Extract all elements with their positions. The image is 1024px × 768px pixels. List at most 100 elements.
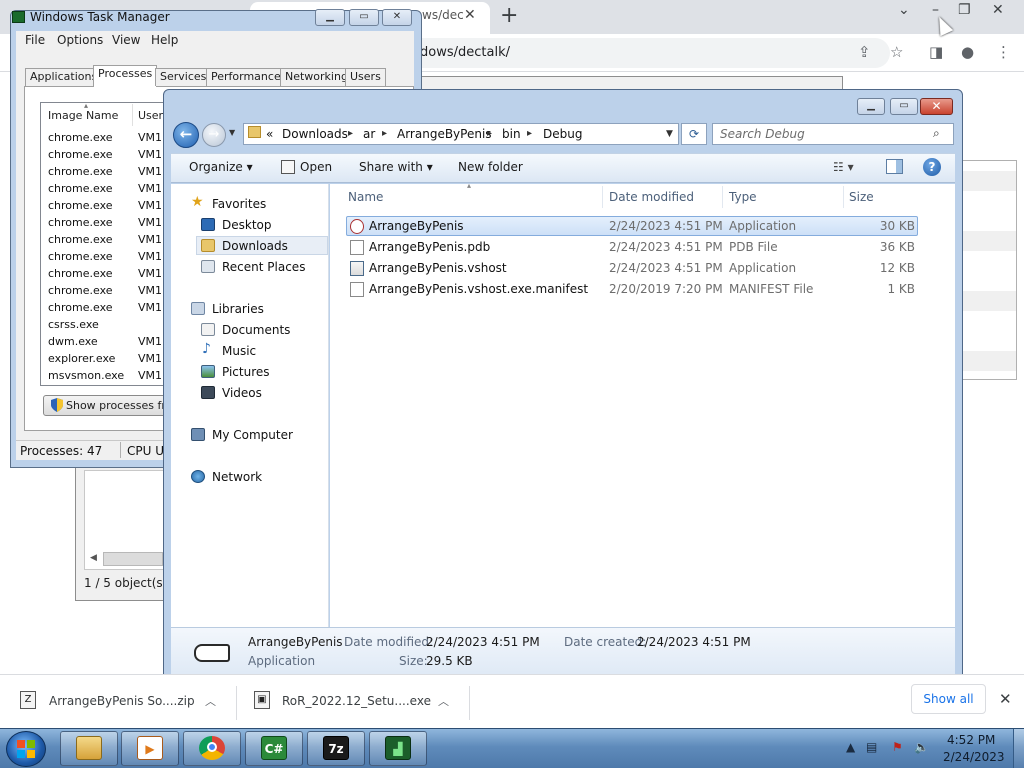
process-name[interactable]: explorer.exe bbox=[48, 352, 115, 365]
explorer-close-button[interactable]: ✕ bbox=[920, 98, 953, 115]
action-center-icon[interactable]: ⚑ bbox=[892, 740, 903, 754]
bookmark-star-icon[interactable]: ☆ bbox=[890, 43, 903, 61]
file-size[interactable]: 30 KB bbox=[880, 219, 915, 233]
process-user[interactable]: VM1 bbox=[138, 216, 162, 229]
column-image-name[interactable]: Image Name bbox=[48, 109, 118, 122]
side-panel-icon[interactable]: ◨ bbox=[929, 43, 943, 61]
tm-maximize-button[interactable]: ▭ bbox=[349, 9, 379, 26]
browser-close-button[interactable]: ✕ bbox=[992, 2, 1004, 18]
column-divider[interactable] bbox=[843, 186, 844, 208]
breadcrumb-ar[interactable]: ar bbox=[363, 127, 375, 141]
show-desktop-button[interactable] bbox=[1013, 729, 1024, 768]
process-user[interactable]: VM1 bbox=[138, 233, 162, 246]
process-user[interactable]: VM1 bbox=[138, 335, 162, 348]
explorer-minimize-button[interactable]: ▁ bbox=[857, 98, 885, 115]
clock-date[interactable]: 2/24/2023 bbox=[943, 750, 1005, 764]
file-date-modified[interactable]: 2/20/2019 7:20 PM bbox=[609, 282, 723, 296]
nav-videos[interactable]: Videos bbox=[222, 386, 262, 400]
browser-minimize-button[interactable]: – bbox=[932, 2, 939, 18]
chevron-up-icon[interactable]: ︿ bbox=[438, 693, 449, 709]
process-user[interactable]: VM1 bbox=[138, 182, 162, 195]
file-name[interactable]: ArrangeByPenis.pdb bbox=[369, 240, 490, 254]
process-name[interactable]: chrome.exe bbox=[48, 131, 113, 144]
file-type[interactable]: MANIFEST File bbox=[729, 282, 813, 296]
tab-users[interactable]: Users bbox=[345, 68, 386, 86]
process-name[interactable]: csrss.exe bbox=[48, 318, 99, 331]
tab-applications[interactable]: Applications bbox=[25, 68, 103, 86]
volume-icon[interactable]: 🔈 bbox=[914, 740, 929, 754]
nav-music[interactable]: Music bbox=[222, 344, 256, 358]
process-name[interactable]: chrome.exe bbox=[48, 182, 113, 195]
nav-my-computer[interactable]: My Computer bbox=[212, 428, 293, 442]
tab-networking[interactable]: Networking bbox=[280, 68, 353, 86]
process-user[interactable]: VM1 bbox=[138, 369, 162, 382]
breadcrumb-bin[interactable]: bin bbox=[502, 127, 521, 141]
process-user[interactable]: VM1 bbox=[138, 352, 162, 365]
column-date-modified[interactable]: Date modified bbox=[609, 190, 694, 204]
column-user[interactable]: User bbox=[138, 109, 163, 122]
new-tab-icon[interactable]: + bbox=[500, 3, 518, 28]
show-hidden-icons-icon[interactable]: ▲ bbox=[846, 740, 855, 754]
breadcrumb-downloads[interactable]: Downloads bbox=[282, 127, 348, 141]
process-user[interactable]: VM1 bbox=[138, 199, 162, 212]
scroll-left-icon[interactable]: ◀ bbox=[90, 553, 97, 563]
breadcrumb-separator-icon[interactable]: ▸ bbox=[527, 128, 532, 139]
file-name[interactable]: ArrangeByPenis.vshost bbox=[369, 261, 507, 275]
breadcrumb-separator-icon[interactable]: ▸ bbox=[487, 128, 492, 139]
file-type[interactable]: PDB File bbox=[729, 240, 778, 254]
process-user[interactable]: VM1 bbox=[138, 284, 162, 297]
organize-button[interactable]: Organize ▾ bbox=[189, 160, 253, 174]
file-size[interactable]: 1 KB bbox=[887, 282, 915, 296]
address-url[interactable]: dows/dectalk/ bbox=[420, 45, 510, 60]
process-user[interactable]: VM1 bbox=[138, 165, 162, 178]
help-icon[interactable]: ? bbox=[923, 158, 941, 176]
clock-time[interactable]: 4:52 PM bbox=[947, 733, 995, 747]
tab-processes[interactable]: Processes bbox=[93, 65, 158, 87]
breadcrumb-separator-icon[interactable]: ▸ bbox=[382, 128, 387, 139]
process-user[interactable]: VM1 bbox=[138, 250, 162, 263]
tm-menu-view[interactable]: View bbox=[112, 33, 140, 47]
column-divider[interactable] bbox=[602, 186, 603, 208]
tab-close-icon[interactable]: ✕ bbox=[464, 7, 476, 23]
process-name[interactable]: chrome.exe bbox=[48, 284, 113, 297]
column-type[interactable]: Type bbox=[729, 190, 757, 204]
process-name[interactable]: chrome.exe bbox=[48, 199, 113, 212]
process-user[interactable]: VM1 bbox=[138, 148, 162, 161]
preview-pane-icon[interactable] bbox=[886, 159, 903, 174]
process-user[interactable]: VM1 bbox=[138, 301, 162, 314]
nav-documents[interactable]: Documents bbox=[222, 323, 290, 337]
breadcrumb-separator-icon[interactable]: ▸ bbox=[348, 128, 353, 139]
browser-restore-button[interactable]: ❐ bbox=[958, 2, 971, 18]
tab-performance[interactable]: Performance bbox=[206, 68, 286, 86]
process-name[interactable]: chrome.exe bbox=[48, 233, 113, 246]
tm-close-button[interactable]: ✕ bbox=[382, 9, 412, 26]
tm-minimize-button[interactable]: ▁ bbox=[315, 9, 345, 26]
nav-pictures[interactable]: Pictures bbox=[222, 365, 270, 379]
tab-search-icon[interactable]: ⌄ bbox=[898, 2, 910, 18]
nav-desktop[interactable]: Desktop bbox=[222, 218, 272, 232]
file-type[interactable]: Application bbox=[729, 261, 796, 275]
download-item-exe[interactable]: RoR_2022.12_Setu....exe bbox=[282, 694, 431, 708]
file-date-modified[interactable]: 2/24/2023 4:51 PM bbox=[609, 261, 723, 275]
change-view-icon[interactable]: ☷ ▾ bbox=[833, 160, 854, 174]
file-type[interactable]: Application bbox=[729, 219, 796, 233]
show-all-button[interactable]: Show all bbox=[911, 684, 986, 714]
chevron-up-icon[interactable]: ︿ bbox=[205, 693, 216, 709]
nav-network[interactable]: Network bbox=[212, 470, 262, 484]
close-icon[interactable]: ✕ bbox=[999, 690, 1012, 708]
column-size[interactable]: Size bbox=[849, 190, 874, 204]
explorer-maximize-button[interactable]: ▭ bbox=[890, 98, 918, 115]
column-divider[interactable] bbox=[722, 186, 723, 208]
process-name[interactable]: chrome.exe bbox=[48, 216, 113, 229]
process-name[interactable]: chrome.exe bbox=[48, 267, 113, 280]
new-folder-button[interactable]: New folder bbox=[458, 160, 523, 174]
tm-menu-options[interactable]: Options bbox=[57, 33, 103, 47]
process-name[interactable]: chrome.exe bbox=[48, 165, 113, 178]
profile-icon[interactable]: ● bbox=[961, 43, 974, 61]
process-name[interactable]: chrome.exe bbox=[48, 148, 113, 161]
nav-recent-places[interactable]: Recent Places bbox=[222, 260, 305, 274]
nav-favorites[interactable]: Favorites bbox=[212, 197, 266, 211]
process-name[interactable]: msvsmon.exe bbox=[48, 369, 124, 382]
share-with-button[interactable]: Share with ▾ bbox=[359, 160, 433, 174]
process-name[interactable]: chrome.exe bbox=[48, 301, 113, 314]
